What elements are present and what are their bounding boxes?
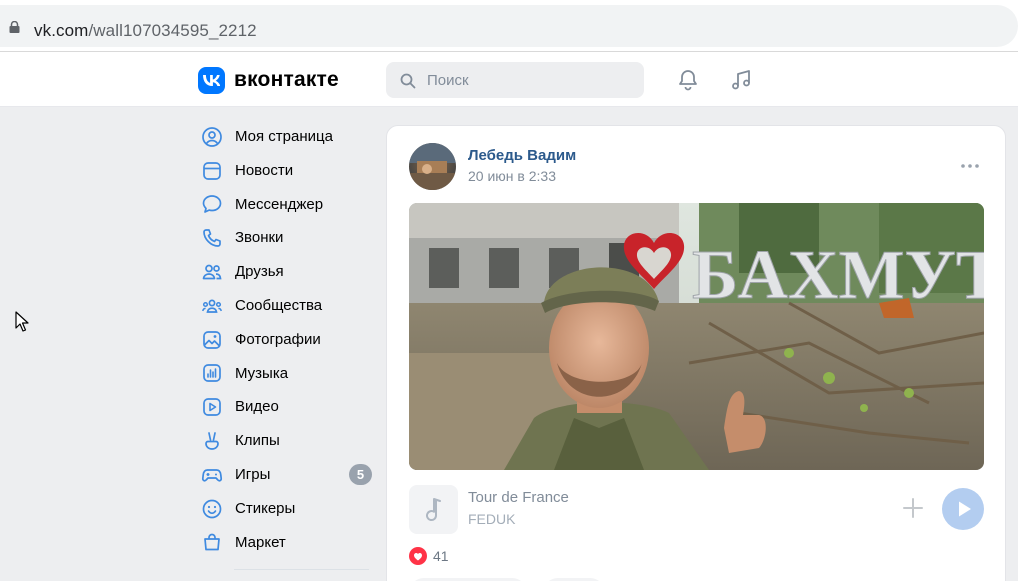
games-count-badge: 5 bbox=[349, 463, 372, 485]
sidebar-item-label: Звонки bbox=[235, 229, 284, 247]
news-icon bbox=[203, 161, 221, 180]
sidebar-item-label: Новости bbox=[235, 161, 294, 179]
sidebar-item-label: Видео bbox=[235, 398, 279, 416]
sidebar-item-label: Моя страница bbox=[235, 128, 333, 145]
music-note-icon[interactable] bbox=[729, 68, 753, 92]
sidebar-item-label: Музыка bbox=[235, 364, 289, 382]
play-icon bbox=[959, 501, 971, 517]
audio-title[interactable]: Tour de France bbox=[468, 489, 569, 506]
post-card: Лебедь Вадим 20 июн в 2:33 БАХМУТ Tour d… bbox=[386, 125, 1006, 581]
audio-artist[interactable]: FEDUK bbox=[468, 511, 515, 527]
post-author[interactable]: Лебедь Вадим bbox=[468, 147, 576, 164]
vk-header: вконтакте Поиск bbox=[0, 52, 1018, 107]
sidebar-item-clips[interactable]: Клипы bbox=[196, 424, 376, 458]
url-text[interactable]: vk.com/wall107034595_2212 bbox=[34, 21, 257, 41]
like-button[interactable]: 41 bbox=[409, 546, 449, 566]
sidebar-item-label: Сообщества bbox=[235, 296, 323, 314]
url-path: /wall107034595_2212 bbox=[88, 21, 257, 40]
sidebar-item-stickers[interactable]: Стикеры bbox=[196, 492, 376, 526]
add-icon[interactable] bbox=[902, 497, 924, 519]
friends-icon bbox=[202, 264, 222, 280]
market-icon bbox=[204, 534, 220, 551]
games-icon bbox=[201, 469, 223, 482]
sidebar-item-friends[interactable]: Друзья bbox=[196, 255, 376, 289]
sidebar-item-label: Друзья bbox=[235, 263, 284, 281]
vk-logo-icon[interactable] bbox=[198, 67, 225, 94]
search-placeholder: Поиск bbox=[427, 72, 469, 89]
photo-icon bbox=[203, 330, 221, 349]
play-button[interactable] bbox=[942, 488, 984, 530]
sidebar-item-music[interactable]: Музыка bbox=[196, 357, 376, 391]
likes-count: 41 bbox=[433, 548, 449, 564]
audio-cover bbox=[409, 485, 458, 534]
post-date[interactable]: 20 июн в 2:33 bbox=[468, 168, 556, 184]
url-bar[interactable]: vk.com/wall107034595_2212 bbox=[0, 5, 1018, 47]
browser-address-bar: vk.com/wall107034595_2212 bbox=[0, 0, 1018, 52]
sidebar-item-label: Маркет bbox=[235, 533, 286, 551]
user-circle-icon bbox=[202, 127, 222, 147]
sidebar-item-news[interactable]: Новости bbox=[196, 154, 376, 188]
sidebar-item-label: Мессенджер bbox=[235, 195, 324, 213]
sidebar-item-calls[interactable]: Звонки bbox=[196, 221, 376, 255]
search-input[interactable]: Поиск bbox=[386, 62, 644, 98]
left-sidebar: Моя страница Новости Мессенджер Звонки Д… bbox=[196, 120, 376, 559]
message-icon bbox=[202, 195, 222, 214]
communities-icon bbox=[202, 299, 222, 313]
sidebar-item-games[interactable]: Игры 5 bbox=[196, 458, 376, 492]
avatar-image bbox=[409, 143, 456, 190]
selfie-photo-image: БАХМУТ bbox=[409, 203, 984, 470]
audio-attachment[interactable]: Tour de France FEDUK bbox=[409, 483, 984, 537]
logo-text[interactable]: вконтакте bbox=[234, 68, 339, 92]
lock-icon[interactable] bbox=[9, 21, 20, 33]
sidebar-item-my-page[interactable]: Моя страница bbox=[196, 120, 376, 154]
heart-icon bbox=[409, 547, 427, 565]
post-photo[interactable]: БАХМУТ bbox=[409, 203, 984, 470]
stickers-icon bbox=[202, 499, 222, 519]
sidebar-item-label: Фотографии bbox=[235, 330, 321, 348]
phone-icon bbox=[203, 229, 221, 248]
url-host: vk.com bbox=[34, 21, 89, 40]
music-note-icon bbox=[426, 498, 441, 522]
video-icon bbox=[203, 398, 221, 417]
mouse-cursor-icon bbox=[15, 311, 29, 332]
photo-sign-text: БАХМУТ bbox=[692, 237, 984, 314]
sidebar-item-label: Игры bbox=[235, 465, 271, 483]
more-options-icon[interactable] bbox=[960, 156, 980, 176]
sidebar-item-label: Клипы bbox=[235, 432, 280, 450]
sidebar-item-label: Стикеры bbox=[235, 499, 296, 517]
author-avatar[interactable] bbox=[409, 143, 456, 190]
sidebar-item-video[interactable]: Видео bbox=[196, 390, 376, 424]
sidebar-item-messenger[interactable]: Мессенджер bbox=[196, 188, 376, 222]
sidebar-item-market[interactable]: Маркет bbox=[196, 526, 376, 560]
clips-icon bbox=[205, 432, 219, 450]
search-icon bbox=[400, 73, 416, 89]
music-icon bbox=[203, 364, 221, 383]
sidebar-item-photos[interactable]: Фотографии bbox=[196, 323, 376, 357]
sidebar-item-communities[interactable]: Сообщества bbox=[196, 289, 376, 323]
sidebar-divider bbox=[234, 569, 369, 570]
bell-icon[interactable] bbox=[676, 68, 700, 92]
